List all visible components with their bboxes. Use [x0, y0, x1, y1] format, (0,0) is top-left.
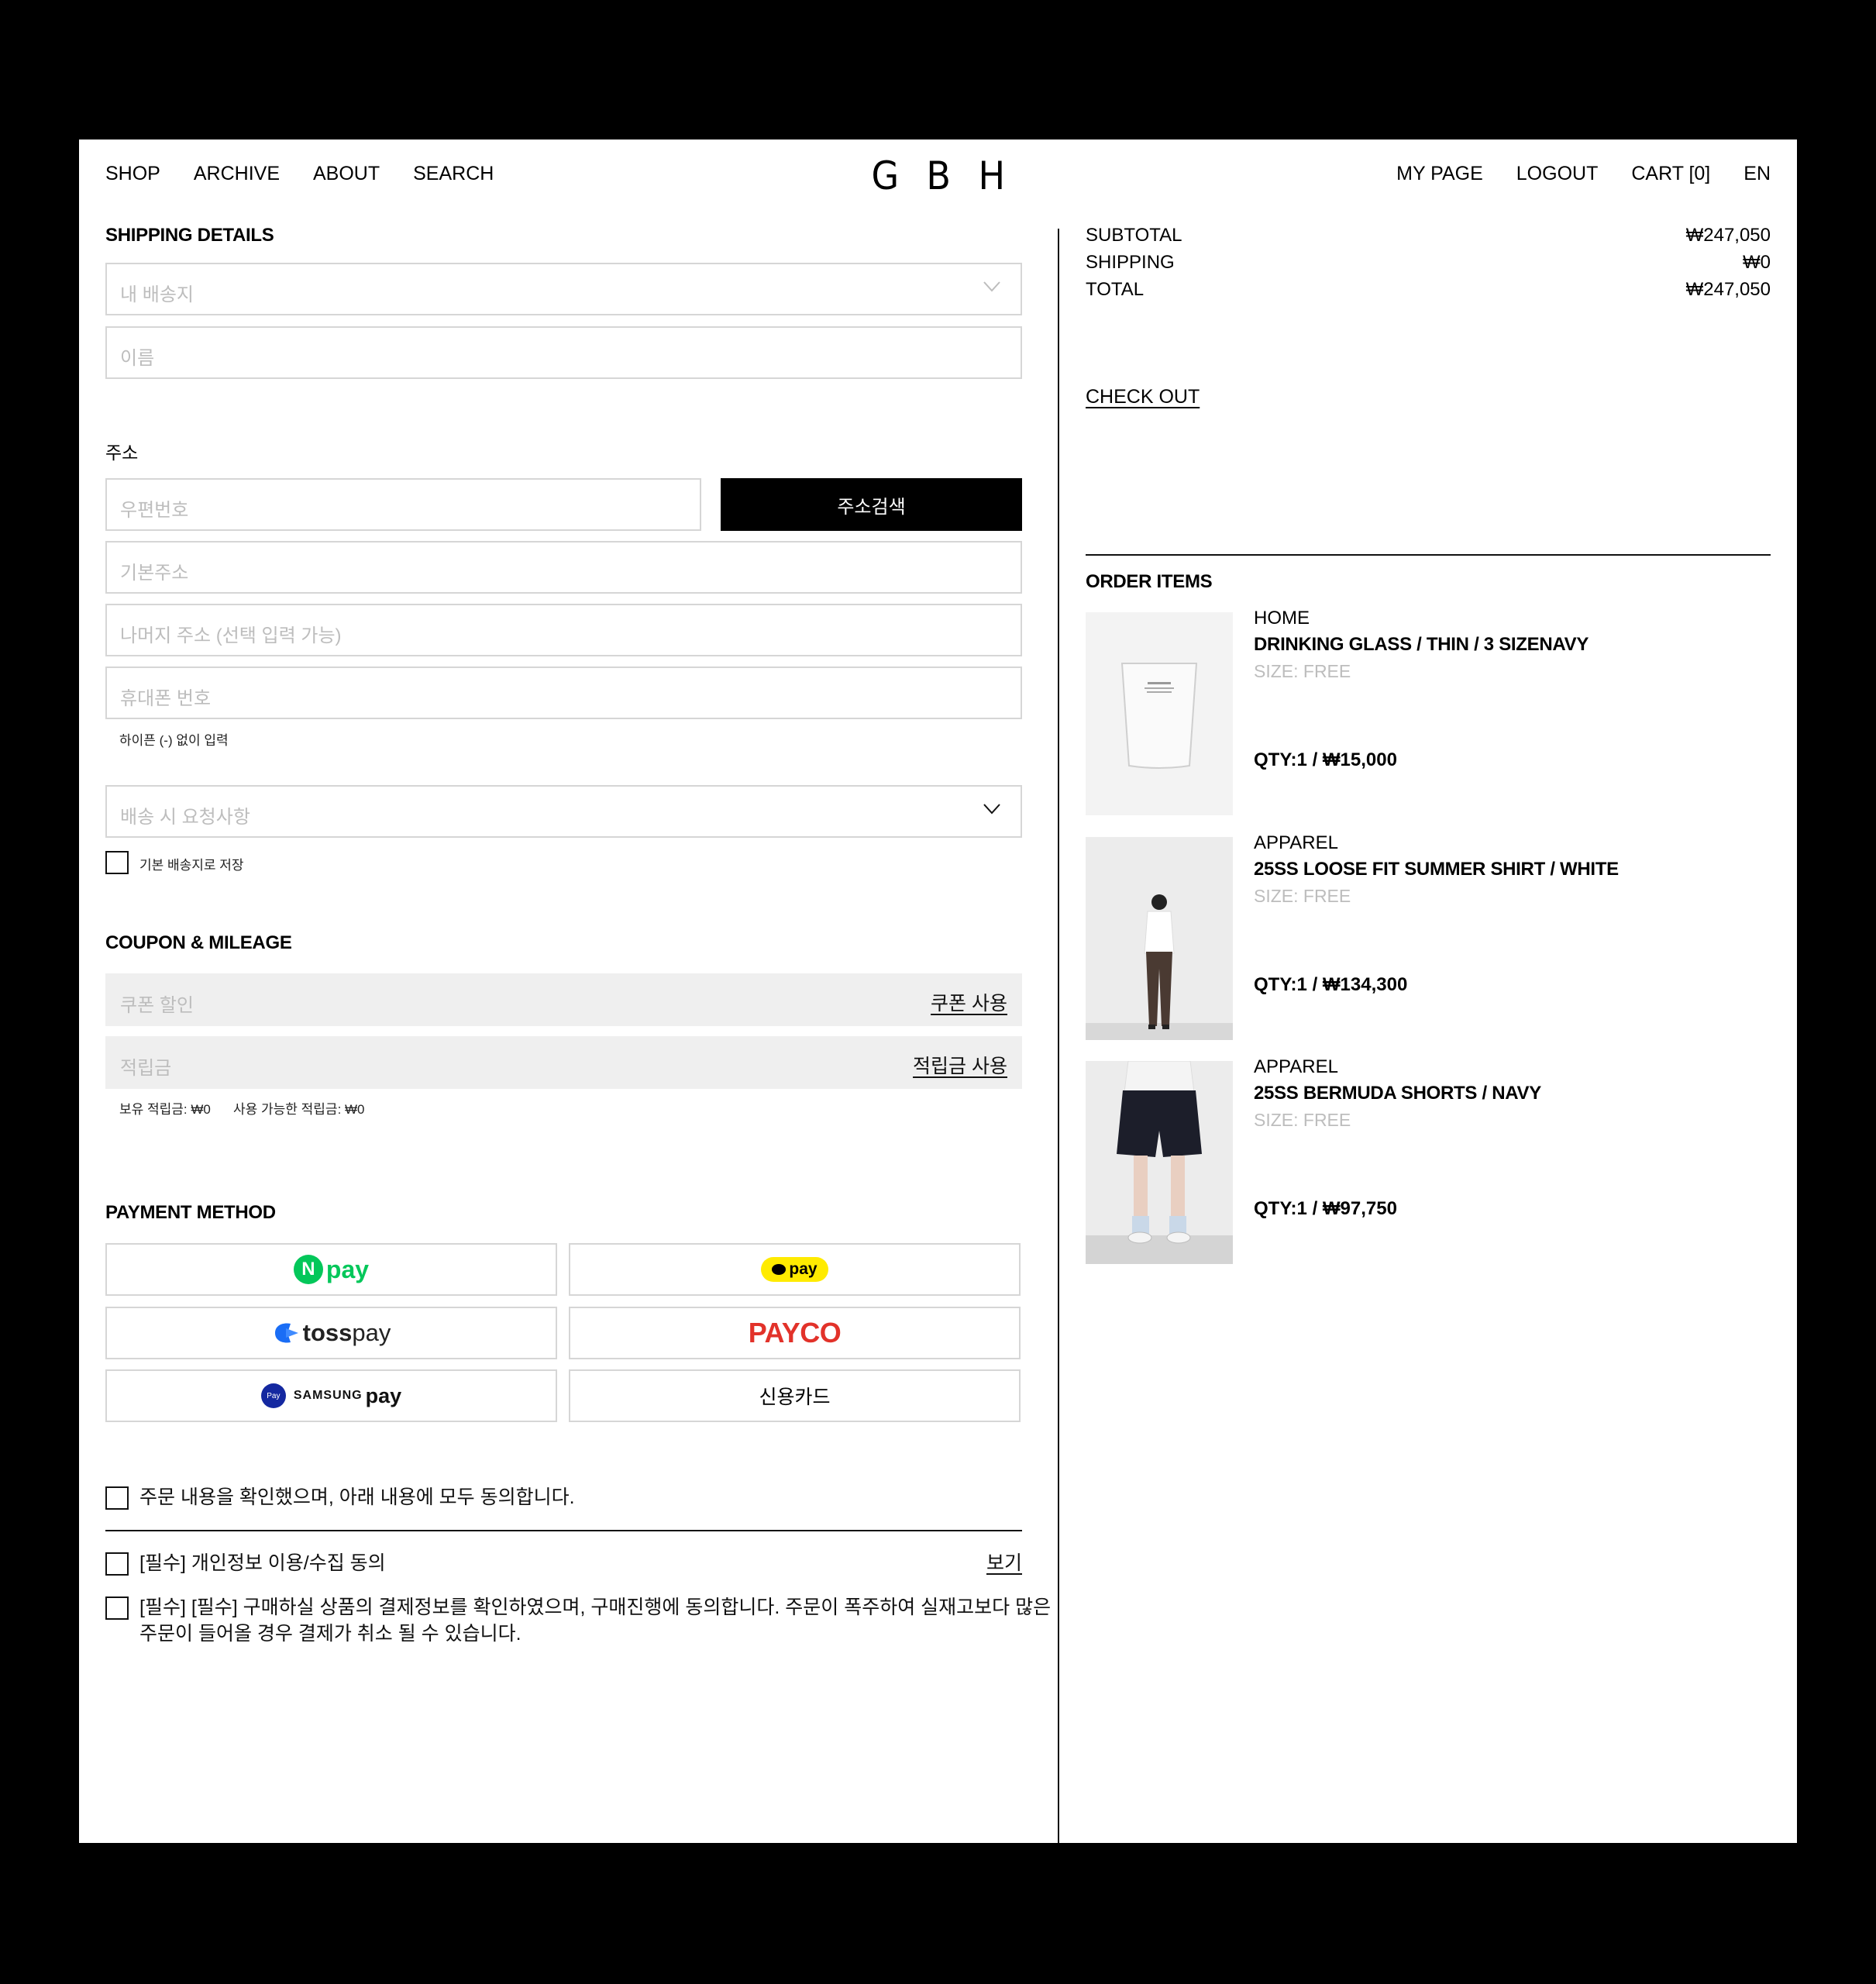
item-category: APPAREL [1254, 832, 1338, 853]
use-mileage-link[interactable]: 적립금 사용 [913, 1051, 1007, 1079]
glass-icon [1086, 612, 1233, 815]
toss-logo-icon [274, 1323, 298, 1343]
nav-cart[interactable]: CART [0] [1631, 163, 1710, 185]
nav-archive[interactable]: ARCHIVE [194, 163, 280, 185]
agreement-divider [105, 1530, 1022, 1531]
detail-address-input[interactable]: 나머지 주소 (선택 입력 가능) [105, 604, 1022, 656]
phone-hint: 하이픈 (-) 없이 입력 [119, 733, 229, 748]
coupon-field: 쿠폰 할인 쿠폰 사용 [105, 973, 1022, 1026]
item-name[interactable]: 25SS LOOSE FIT SUMMER SHIRT / WHITE [1254, 859, 1619, 880]
total-row: TOTAL ₩247,050 [1086, 279, 1771, 300]
address-label: 주소 [105, 443, 139, 463]
item-name[interactable]: DRINKING GLASS / THIN / 3 SIZENAVY [1254, 634, 1589, 656]
use-coupon-link[interactable]: 쿠폰 사용 [931, 988, 1007, 1016]
nav-logout[interactable]: LOGOUT [1516, 163, 1599, 185]
credit-card-button[interactable]: 신용카드 [569, 1369, 1021, 1422]
item-category: APPAREL [1254, 1056, 1338, 1077]
privacy-view-link[interactable]: 보기 [986, 1550, 1022, 1576]
kakaopay-button[interactable]: pay [569, 1243, 1021, 1296]
owned-mileage: 보유 적립금: ₩0 [119, 1102, 211, 1117]
purchase-agree-line-2: 주문이 들어올 경우 결제가 취소 될 수 있습니다. [139, 1623, 521, 1645]
item-size: SIZE: FREE [1254, 1110, 1351, 1130]
shipping-row: SHIPPING ₩0 [1086, 252, 1771, 273]
mileage-field: 적립금 적립금 사용 [105, 1036, 1022, 1089]
total-value: ₩247,050 [1685, 279, 1771, 300]
privacy-label: [필수] 개인정보 이용/수집 동의 [139, 1552, 386, 1574]
user-nav: MY PAGE LOGOUT CART [0] EN [1396, 163, 1771, 185]
product-image[interactable] [1086, 837, 1233, 1040]
agree-all-label: 주문 내용을 확인했으며, 아래 내용에 모두 동의합니다. [139, 1486, 575, 1508]
name-input[interactable]: 이름 [105, 326, 1022, 379]
subtotal-row: SUBTOTAL ₩247,050 [1086, 225, 1771, 246]
npay-button[interactable]: N pay [105, 1243, 557, 1296]
postcode-input[interactable]: 우편번호 [105, 478, 701, 531]
save-default-label: 기본 배송지로 저장 [139, 858, 244, 873]
purchase-agree-checkbox[interactable] [105, 1596, 129, 1620]
phone-input[interactable]: 휴대폰 번호 [105, 666, 1022, 719]
agree-all-checkbox[interactable] [105, 1486, 129, 1510]
main-nav: SHOP ARCHIVE ABOUT SEARCH [105, 163, 494, 185]
shipping-heading: SHIPPING DETAILS [105, 225, 274, 246]
nav-shop[interactable]: SHOP [105, 163, 160, 185]
summary-divider [1086, 554, 1771, 556]
address-book-placeholder: 내 배송지 [120, 284, 194, 305]
item-category: HOME [1254, 608, 1310, 629]
delivery-request-select[interactable]: 배송 시 요청사항 [105, 785, 1022, 838]
nav-search[interactable]: SEARCH [413, 163, 494, 185]
item-qty-price: QTY:1 / ₩134,300 [1254, 974, 1408, 995]
order-item: APPAREL 25SS BERMUDA SHORTS / NAVY SIZE:… [1086, 1056, 1771, 1264]
order-items-heading: ORDER ITEMS [1086, 571, 1213, 592]
privacy-checkbox[interactable] [105, 1552, 129, 1576]
coupon-heading: COUPON & MILEAGE [105, 932, 292, 953]
payment-heading: PAYMENT METHOD [105, 1202, 276, 1223]
available-mileage: 사용 가능한 적립금: ₩0 [233, 1102, 365, 1117]
payco-button[interactable]: PAYCO [569, 1307, 1021, 1359]
subtotal-value: ₩247,050 [1685, 225, 1771, 246]
brand-logo[interactable]: G B H [870, 157, 1007, 195]
item-size: SIZE: FREE [1254, 661, 1351, 681]
product-image[interactable] [1086, 612, 1233, 815]
nav-language[interactable]: EN [1743, 163, 1771, 185]
checkout-page: SHOP ARCHIVE ABOUT SEARCH G B H MY PAGE … [79, 140, 1797, 1843]
tosspay-button[interactable]: toss pay [105, 1307, 557, 1359]
address-book-select[interactable]: 내 배송지 [105, 263, 1022, 315]
kakaopay-badge: pay [761, 1257, 828, 1282]
shipping-value: ₩0 [1743, 252, 1771, 273]
shirt-model-photo [1086, 837, 1233, 1040]
checkout-button[interactable]: CHECK OUT [1086, 386, 1200, 408]
save-default-checkbox[interactable] [105, 851, 129, 874]
chevron-down-icon [983, 281, 1000, 292]
chevron-down-icon [983, 804, 1000, 815]
purchase-agree-line-1: [필수] [필수] 구매하실 상품의 결제정보를 확인하였으며, 구매진행에 동… [139, 1596, 1052, 1618]
shorts-model-photo [1086, 1061, 1233, 1264]
item-qty-price: QTY:1 / ₩97,750 [1254, 1198, 1397, 1219]
samsung-pay-icon: Pay [260, 1383, 286, 1408]
item-name[interactable]: 25SS BERMUDA SHORTS / NAVY [1254, 1083, 1541, 1104]
npay-icon: N [293, 1255, 323, 1284]
samsungpay-button[interactable]: Pay SAMSUNG pay [105, 1369, 557, 1422]
order-item: APPAREL 25SS LOOSE FIT SUMMER SHIRT / WH… [1086, 832, 1771, 1040]
base-address-input[interactable]: 기본주소 [105, 541, 1022, 594]
speech-bubble-icon [772, 1264, 787, 1275]
nav-my-page[interactable]: MY PAGE [1396, 163, 1483, 185]
order-item: HOME DRINKING GLASS / THIN / 3 SIZENAVY … [1086, 608, 1771, 815]
address-search-button[interactable]: 주소검색 [721, 478, 1022, 531]
item-size: SIZE: FREE [1254, 886, 1351, 906]
column-divider [1058, 229, 1059, 1843]
item-qty-price: QTY:1 / ₩15,000 [1254, 749, 1397, 770]
nav-about[interactable]: ABOUT [313, 163, 380, 185]
product-image[interactable] [1086, 1061, 1233, 1264]
